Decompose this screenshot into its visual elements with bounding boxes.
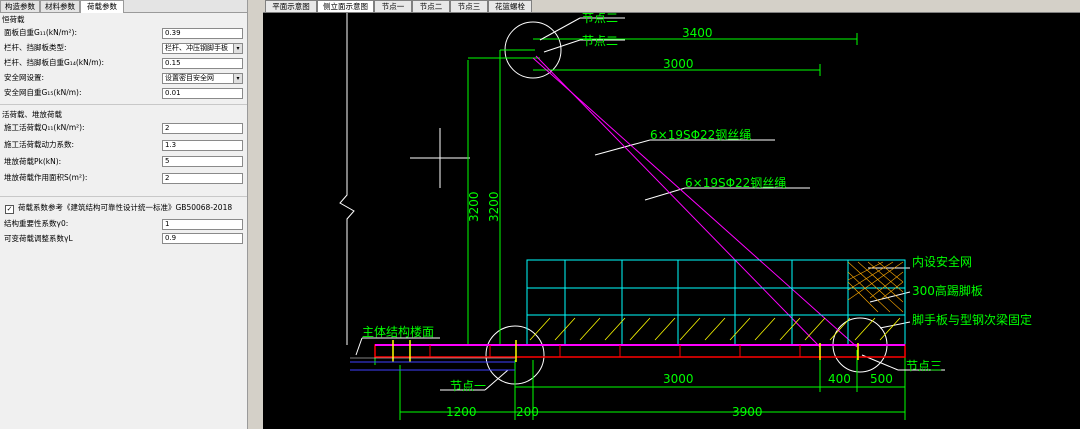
tab-turnbuckle[interactable]: 花篮螺栓 <box>488 0 532 12</box>
dim-3200-a: 3200 <box>467 191 481 222</box>
wall-line <box>339 12 355 345</box>
field-label-panel-weight: 面板自重G₁₁(kN/m²): <box>4 28 77 37</box>
drawing-canvas[interactable]: 节点二 节点二 6×19SΦ22钢丝绳 6×19SΦ22钢丝绳 内设安全网 30… <box>263 0 1080 429</box>
label-rope-upper: 6×19SΦ22钢丝绳 <box>650 128 751 142</box>
label-safety-net: 内设安全网 <box>912 254 972 269</box>
railing-type-select[interactable]: 栏杆、冲压钢脚手板 ▾ <box>162 43 243 54</box>
crosshair-icon <box>410 128 470 188</box>
dim-1200: 1200 <box>446 405 477 419</box>
divider <box>0 196 247 197</box>
field-label-variable-factor: 可变荷载调整系数γL <box>4 234 73 243</box>
steel-beam <box>374 344 906 358</box>
field-label-railing-weight: 栏杆、挡脚板自重G₁₄(kN/m): <box>4 58 104 67</box>
dynamic-factor-input[interactable]: 1.3 <box>162 140 243 151</box>
dim-3200-b: 3200 <box>487 191 501 222</box>
railing-weight-input[interactable]: 0.15 <box>162 58 243 69</box>
dim-3900: 3900 <box>732 405 763 419</box>
label-rope-lower: 6×19SΦ22钢丝绳 <box>685 176 786 190</box>
field-label-stack-load: 堆放荷载Pk(kN): <box>4 157 62 166</box>
stack-load-input[interactable]: 5 <box>162 156 243 167</box>
parameter-panel: 构造参数 材料参数 荷载参数 恒荷载 面板自重G₁₁(kN/m²): 0.39 … <box>0 0 248 429</box>
chevron-down-icon[interactable]: ▾ <box>233 44 242 53</box>
section-dead-load: 恒荷载 <box>2 15 25 24</box>
elevation-drawing: 节点二 节点二 6×19SΦ22钢丝绳 6×19SΦ22钢丝绳 内设安全网 30… <box>339 11 1032 420</box>
stack-area-input[interactable]: 2 <box>162 173 243 184</box>
tab-material-params[interactable]: 材料参数 <box>40 0 80 12</box>
importance-factor-input[interactable]: 1 <box>162 219 243 230</box>
load-factor-checkbox[interactable]: ✓ <box>5 205 14 214</box>
chevron-down-icon[interactable]: ▾ <box>233 74 242 83</box>
tab-node-three[interactable]: 节点三 <box>450 0 488 12</box>
section-live-load: 活荷载、堆放荷载 <box>2 110 62 119</box>
tab-plan-view[interactable]: 平面示意图 <box>265 0 317 12</box>
dim-200: 200 <box>516 405 539 419</box>
label-floor: 主体结构楼面 <box>362 324 434 339</box>
label-node-three: 节点三 <box>906 359 942 373</box>
load-factor-checkbox-label: 荷载系数参考《建筑结构可靠性设计统一标准》GB50068-2018 <box>18 203 233 212</box>
railing-type-value: 栏杆、冲压钢脚手板 <box>165 44 228 52</box>
view-tabs: 平面示意图 侧立面示意图 节点一 节点二 节点三 花篮螺栓 <box>263 0 1080 13</box>
steel-ropes <box>532 55 858 348</box>
safety-net-value: 设置密目安全网 <box>165 74 214 82</box>
field-label-net-weight: 安全网自重G₁₅(kN/m): <box>4 88 82 97</box>
safety-net-select[interactable]: 设置密目安全网 ▾ <box>162 73 243 84</box>
label-node-two-b: 节点二 <box>582 34 618 48</box>
leader-lines <box>355 17 945 391</box>
tab-side-elevation[interactable]: 侧立面示意图 <box>317 0 374 12</box>
field-label-dynamic-factor: 施工活荷载动力系数: <box>4 140 75 149</box>
param-tabs: 构造参数 材料参数 荷载参数 <box>0 0 247 13</box>
construction-load-input[interactable]: 2 <box>162 123 243 134</box>
label-toe-board: 300高踢脚板 <box>912 283 983 298</box>
tab-node-one[interactable]: 节点一 <box>374 0 412 12</box>
tab-node-two[interactable]: 节点二 <box>412 0 450 12</box>
dim-3000-top: 3000 <box>663 57 694 71</box>
label-node-one: 节点一 <box>450 379 486 393</box>
label-node-two-a: 节点二 <box>582 11 618 25</box>
field-label-stack-area: 堆放荷载作用面积S(m²): <box>4 173 88 182</box>
dim-400: 400 <box>828 372 851 386</box>
toe-board-hatch <box>529 317 901 341</box>
panel-weight-input[interactable]: 0.39 <box>162 28 243 39</box>
dim-3400: 3400 <box>682 26 713 40</box>
dim-3000: 3000 <box>663 372 694 386</box>
railing-frame <box>526 259 906 346</box>
field-label-importance-factor: 结构重要性系数γ0: <box>4 219 69 228</box>
divider <box>0 104 247 105</box>
splitter[interactable] <box>248 0 263 429</box>
tab-construction-params[interactable]: 构造参数 <box>0 0 40 12</box>
anchor-bolts <box>392 340 859 362</box>
variable-factor-input[interactable]: 0.9 <box>162 233 243 244</box>
field-label-railing-type: 栏杆、挡脚板类型: <box>4 43 67 52</box>
net-weight-input[interactable]: 0.01 <box>162 88 243 99</box>
field-label-construction-load: 施工活荷载Q₁₁(kN/m²): <box>4 123 85 132</box>
field-label-safety-net: 安全网设置: <box>4 73 45 82</box>
label-fixing: 脚手板与型钢次梁固定 <box>912 312 1032 327</box>
dim-500: 500 <box>870 372 893 386</box>
safety-net-hatch <box>847 261 904 313</box>
tab-load-params[interactable]: 荷载参数 <box>80 0 124 13</box>
